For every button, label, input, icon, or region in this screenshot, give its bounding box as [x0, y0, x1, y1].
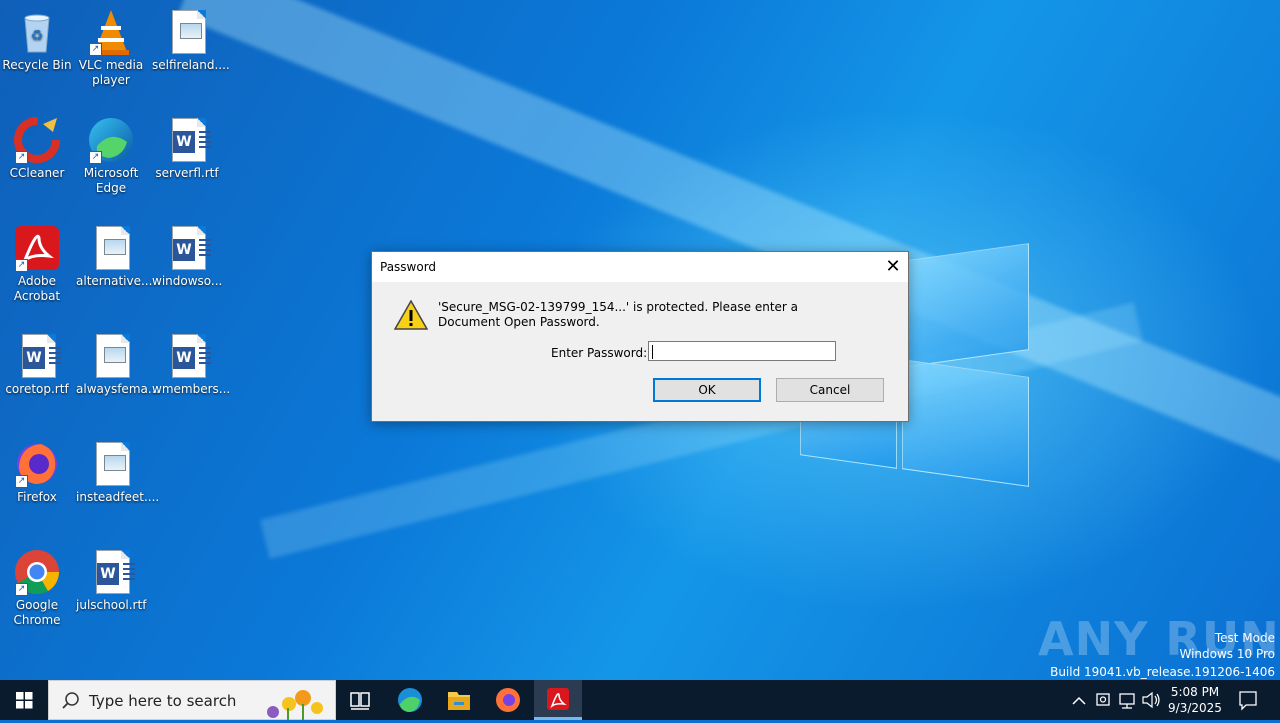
- taskbar-firefox[interactable]: [484, 680, 532, 720]
- close-icon[interactable]: ✕: [878, 252, 908, 282]
- build-text: Build 19041.vb_release.191206-1406: [1050, 665, 1275, 679]
- desktop-icon-label: VLC media player: [78, 58, 144, 87]
- desktop-icon-ccleaner[interactable]: ↗ CCleaner: [0, 112, 74, 181]
- chrome-icon: ↗: [13, 548, 61, 596]
- edge-icon: [398, 688, 422, 712]
- taskbar-file-explorer[interactable]: [435, 680, 483, 720]
- desktop-icon-firefox[interactable]: ↗ Firefox: [0, 436, 74, 505]
- clock-time: 5:08 PM: [1170, 685, 1220, 699]
- vlc-cone-icon: ↗: [87, 8, 135, 56]
- desktop-icon-label: alwaysfema...: [76, 382, 160, 396]
- desktop-icon-label: Google Chrome: [13, 598, 61, 627]
- shortcut-arrow-icon: ↗: [89, 151, 102, 164]
- acrobat-icon: ↗: [13, 224, 61, 272]
- warning-icon: [393, 299, 429, 330]
- word-file-icon: W: [87, 548, 135, 596]
- desktop-icon-vlc[interactable]: ↗ VLC media player: [74, 4, 148, 88]
- desktop-icon-label: serverfl.rtf: [155, 166, 219, 180]
- image-file-icon: [163, 8, 211, 56]
- tray-camera-icon: [1096, 693, 1110, 706]
- notification-icon: [1239, 691, 1257, 711]
- taskbar: Type here to search 5:08 PM 9/3/2025: [0, 680, 1280, 720]
- volume-button[interactable]: [1140, 680, 1162, 720]
- start-button[interactable]: [0, 680, 48, 720]
- taskbar-acrobat[interactable]: [534, 680, 582, 720]
- show-hidden-icons-button[interactable]: [1068, 680, 1090, 720]
- desktop-icon-label: Adobe Acrobat: [13, 274, 61, 303]
- image-file-icon: [87, 224, 135, 272]
- text-caret: [652, 345, 653, 359]
- desktop-icon-label: Firefox: [17, 490, 57, 504]
- desktop-icon-recycle-bin[interactable]: ♻ Recycle Bin: [0, 4, 74, 73]
- network-icon: [1119, 693, 1135, 709]
- ok-button[interactable]: OK: [653, 378, 761, 402]
- windows-edition-text: Windows 10 Pro: [1179, 647, 1275, 661]
- speaker-icon: [1142, 691, 1160, 709]
- desktop-icon-label: coretop.rtf: [5, 382, 69, 396]
- desktop-icon-label: insteadfeet....: [76, 490, 160, 504]
- search-highlight-flowers-icon: [267, 690, 323, 720]
- task-view-button[interactable]: [336, 680, 384, 720]
- dialog-titlebar[interactable]: Password ✕: [372, 252, 908, 282]
- desktop-icon-label: CCleaner: [9, 166, 65, 180]
- image-file-icon: [87, 332, 135, 380]
- dialog-title: Password: [380, 260, 437, 274]
- network-button[interactable]: [1116, 680, 1138, 720]
- desktop-icon-label: julschool.rtf: [76, 598, 147, 612]
- file-explorer-icon: [448, 692, 470, 710]
- acrobat-icon: [547, 688, 569, 710]
- desktop-icon-edge[interactable]: ↗ Microsoft Edge: [74, 112, 148, 196]
- shortcut-arrow-icon: ↗: [15, 259, 28, 272]
- taskbar-edge[interactable]: [386, 680, 434, 720]
- desktop-icon-file[interactable]: W coretop.rtf: [0, 328, 74, 397]
- tray-app-icon[interactable]: [1092, 680, 1114, 720]
- cancel-button[interactable]: Cancel: [776, 378, 884, 402]
- chevron-up-icon: [1072, 696, 1086, 705]
- firefox-icon: [496, 688, 520, 712]
- taskbar-clock[interactable]: 5:08 PM 9/3/2025: [1160, 684, 1230, 716]
- desktop-icon-label: alternative...: [76, 274, 153, 288]
- shortcut-arrow-icon: ↗: [89, 43, 102, 56]
- test-mode-text: Test Mode: [1214, 631, 1275, 645]
- desktop-icon-file[interactable]: alwaysfema...: [74, 328, 160, 397]
- word-file-icon: W: [163, 224, 211, 272]
- desktop-icon-file[interactable]: alternative...: [74, 220, 153, 289]
- desktop-icon-chrome[interactable]: ↗ Google Chrome: [0, 544, 74, 628]
- task-view-icon: [350, 692, 370, 710]
- desktop-icon-file[interactable]: W julschool.rtf: [74, 544, 148, 613]
- desktop-icon-file[interactable]: W serverfl.rtf: [150, 112, 224, 181]
- desktop-icon-file[interactable]: W windowso...: [150, 220, 224, 289]
- shortcut-arrow-icon: ↗: [15, 151, 28, 164]
- action-center-button[interactable]: [1232, 680, 1264, 720]
- image-file-icon: [87, 440, 135, 488]
- svg-text:♻: ♻: [31, 28, 44, 44]
- word-file-icon: W: [13, 332, 61, 380]
- search-icon: [62, 692, 79, 709]
- ccleaner-icon: ↗: [13, 116, 61, 164]
- windows-logo-icon: [16, 692, 33, 709]
- desktop-icon-label: Recycle Bin: [2, 58, 72, 72]
- shortcut-arrow-icon: ↗: [15, 475, 28, 488]
- shortcut-arrow-icon: ↗: [15, 583, 28, 596]
- password-label: Enter Password:: [551, 346, 648, 360]
- clock-date: 9/3/2025: [1168, 701, 1222, 715]
- word-file-icon: W: [163, 332, 211, 380]
- password-input[interactable]: [648, 341, 836, 361]
- desktop-icon-file[interactable]: W wmembers...: [150, 328, 231, 397]
- desktop-icon-file[interactable]: insteadfeet....: [74, 436, 160, 505]
- password-dialog: Password ✕ 'Secure_MSG-02-139799_154...'…: [371, 251, 909, 422]
- desktop-icon-label: wmembers...: [152, 382, 231, 396]
- desktop-icon-label: Microsoft Edge: [83, 166, 139, 195]
- word-file-icon: W: [163, 116, 211, 164]
- edge-icon: ↗: [87, 116, 135, 164]
- desktop-icon-file[interactable]: selfireland....: [150, 4, 230, 73]
- desktop-icon-label: selfireland....: [152, 58, 230, 72]
- recycle-bin-icon: ♻: [13, 8, 61, 56]
- desktop-icon-label: windowso...: [152, 274, 223, 288]
- search-placeholder: Type here to search: [89, 692, 237, 710]
- firefox-icon: ↗: [13, 440, 61, 488]
- dialog-message: 'Secure_MSG-02-139799_154...' is protect…: [438, 300, 799, 329]
- taskbar-search-box[interactable]: Type here to search: [48, 680, 336, 720]
- desktop-icon-acrobat[interactable]: ↗ Adobe Acrobat: [0, 220, 74, 304]
